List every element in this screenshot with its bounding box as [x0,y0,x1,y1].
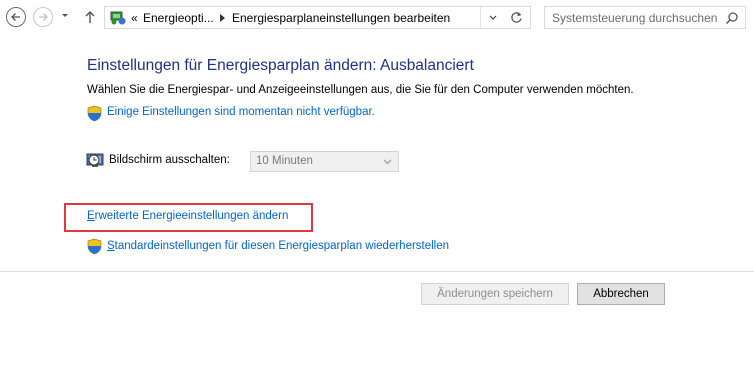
control-panel-icon [110,11,126,25]
forward-arrow-icon [39,13,48,21]
up-arrow-icon[interactable] [84,9,96,25]
screen-off-label: Bildschirm ausschalten: [109,154,230,166]
uac-shield-icon [87,105,102,122]
unavailable-settings-link[interactable]: Einige Einstellungen sind momentan nicht… [107,106,375,118]
restore-link-accelerator: S [107,240,115,252]
footer-divider [0,271,754,272]
restore-link-text: tandardeinstellungen für diesen Energies… [114,240,450,252]
advanced-link-text: rweiterte Energieeinstellungen ändern [94,210,289,222]
address-bar[interactable]: « Energieopti... Energiesparplaneinstell… [104,6,531,29]
page-title: Einstellungen für Energiesparplan ändern… [87,57,474,74]
navigation-bar: « Energieopti... Energiesparplaneinstell… [0,0,754,36]
cancel-button[interactable]: Abbrechen [577,283,665,305]
page-description: Wählen Sie die Energiespar- und Anzeigee… [87,84,634,96]
address-history-chevron-icon[interactable] [489,15,497,21]
advanced-link-accelerator: E [87,210,95,222]
refresh-icon[interactable] [509,10,524,25]
search-placeholder: Systemsteuerung durchsuchen [552,11,718,25]
display-clock-icon [86,153,104,167]
address-divider [480,7,481,28]
search-icon[interactable] [725,11,739,25]
restore-defaults-link[interactable]: Standardeinstellungen für diesen Energie… [107,240,449,252]
chevron-down-icon [383,159,392,165]
advanced-power-settings-link[interactable]: Erweiterte Energieeinstellungen ändern [87,210,288,222]
back-arrow-icon [11,13,20,21]
breadcrumb-overflow[interactable]: « [131,11,138,25]
breadcrumb-edit-plan-settings[interactable]: Energiesparplaneinstellungen bearbeiten [232,11,450,25]
breadcrumb-energy-options[interactable]: Energieopti... [143,11,214,25]
save-changes-button[interactable]: Änderungen speichern [421,283,569,305]
screen-off-dropdown[interactable]: 10 Minuten [250,151,399,172]
back-button[interactable] [6,7,26,27]
recent-locations-chevron-icon[interactable] [61,13,69,19]
search-box[interactable]: Systemsteuerung durchsuchen [544,6,746,29]
screen-off-value: 10 Minuten [256,155,313,167]
breadcrumb-separator-icon[interactable] [220,14,225,22]
forward-button[interactable] [33,7,53,27]
uac-shield-icon [87,238,102,255]
